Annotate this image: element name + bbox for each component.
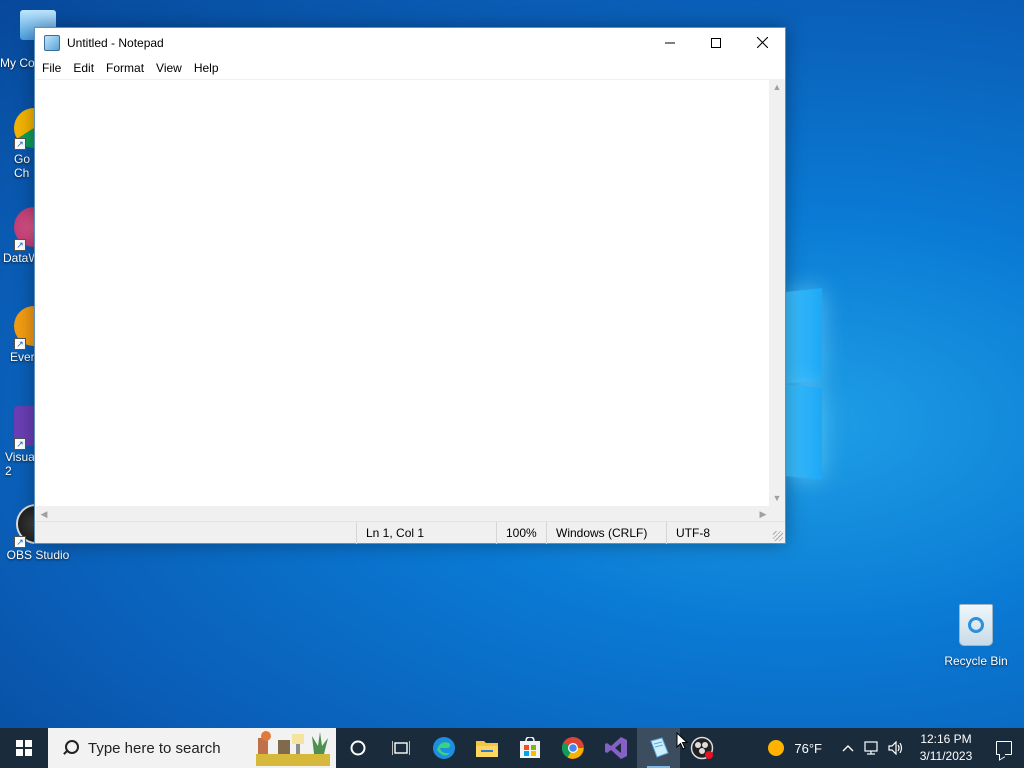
close-button[interactable]	[739, 28, 785, 57]
task-view-icon	[391, 741, 410, 755]
window-controls	[647, 28, 785, 57]
menu-view[interactable]: View	[150, 57, 188, 79]
shortcut-arrow-icon: ↗	[14, 536, 26, 548]
close-icon	[756, 37, 768, 48]
taskbar-microsoft-store[interactable]	[508, 728, 551, 768]
menu-file[interactable]: File	[36, 57, 67, 79]
notepad-window: Untitled - Notepad File Edit Format View…	[34, 27, 786, 544]
maximize-button[interactable]	[693, 28, 739, 57]
menu-help[interactable]: Help	[188, 57, 225, 79]
notepad-icon	[44, 34, 60, 51]
status-position: Ln 1, Col 1	[356, 522, 496, 544]
shortcut-arrow-icon: ↗	[14, 239, 26, 251]
taskbar-task-view[interactable]	[379, 728, 422, 768]
clock-date: 3/11/2023	[919, 749, 973, 763]
scroll-up-icon[interactable]: ▲	[769, 79, 785, 95]
taskbar-search-box[interactable]	[48, 728, 336, 768]
weather-temperature: 76°F	[794, 740, 822, 756]
scrollbar-corner	[769, 506, 785, 522]
shortcut-arrow-icon: ↗	[14, 438, 26, 450]
shortcut-arrow-icon: ↗	[14, 338, 26, 350]
clock-time: 12:16 PM	[920, 732, 972, 746]
notification-icon	[996, 741, 1012, 755]
status-encoding: UTF-8	[666, 522, 771, 544]
taskbar-notepad[interactable]	[637, 728, 680, 768]
menu-edit[interactable]: Edit	[67, 57, 100, 79]
taskbar-visual-studio[interactable]	[594, 728, 637, 768]
scroll-left-icon[interactable]: ◀	[36, 506, 52, 522]
system-tray: 76°F 12:16 PM 3/11/2023	[768, 728, 1024, 768]
edge-icon	[432, 737, 455, 759]
window-title: Untitled - Notepad	[67, 35, 164, 50]
desktop-windows-logo	[786, 288, 826, 482]
weather-widget[interactable]: 76°F	[768, 740, 822, 756]
taskbar-chrome[interactable]	[551, 728, 594, 768]
visual-studio-icon	[604, 737, 627, 759]
windows-start-icon	[16, 740, 32, 756]
mouse-cursor-icon	[676, 732, 688, 750]
status-bar: Ln 1, Col 1 100% Windows (CRLF) UTF-8	[35, 521, 785, 544]
volume-button[interactable]	[884, 728, 908, 768]
desktop-icon-recycle-bin[interactable]: Recycle Bin	[936, 600, 1016, 668]
chrome-icon	[561, 737, 584, 759]
taskbar-file-explorer[interactable]	[465, 728, 508, 768]
resize-grip[interactable]	[773, 531, 783, 541]
notepad-icon	[649, 737, 669, 758]
scroll-down-icon[interactable]: ▼	[769, 490, 785, 506]
shortcut-arrow-icon: ↗	[14, 138, 26, 150]
taskbar: 76°F 12:16 PM 3/11/2023	[0, 728, 1024, 768]
desktop-icon-label: OBS Studio	[6, 548, 70, 562]
title-bar[interactable]: Untitled - Notepad	[35, 28, 785, 57]
search-input[interactable]	[88, 739, 258, 757]
search-icon	[62, 740, 79, 756]
minimize-button[interactable]	[647, 28, 693, 57]
recycle-bin-label: Recycle Bin	[944, 654, 1008, 668]
file-explorer-icon	[475, 741, 498, 757]
taskbar-cortana[interactable]	[336, 728, 379, 768]
obs-studio-icon	[690, 736, 713, 760]
status-line-ending: Windows (CRLF)	[546, 522, 666, 544]
speaker-icon	[888, 741, 903, 755]
recycle-bin-icon	[959, 604, 993, 646]
maximize-icon	[711, 37, 721, 48]
menu-bar: File Edit Format View Help	[35, 57, 785, 79]
microsoft-store-icon	[519, 737, 540, 758]
horizontal-scrollbar[interactable]: ◀ ▶	[36, 506, 771, 522]
show-hidden-icons-button[interactable]	[836, 728, 860, 768]
taskbar-edge[interactable]	[422, 728, 465, 768]
start-button[interactable]	[0, 728, 48, 768]
status-zoom: 100%	[496, 522, 546, 544]
notification-center-button[interactable]	[984, 728, 1024, 768]
sun-icon	[768, 740, 785, 756]
search-highlight-icon	[256, 731, 330, 766]
taskbar-clock[interactable]: 12:16 PM 3/11/2023	[908, 731, 984, 765]
minimize-icon	[665, 42, 675, 43]
vertical-scrollbar[interactable]: ▲ ▼	[769, 79, 785, 506]
cortana-icon	[350, 740, 365, 756]
network-button[interactable]	[860, 728, 884, 768]
menu-format[interactable]: Format	[100, 57, 150, 79]
chevron-up-icon	[842, 745, 854, 752]
text-editor[interactable]	[36, 79, 771, 506]
network-icon	[864, 741, 878, 755]
